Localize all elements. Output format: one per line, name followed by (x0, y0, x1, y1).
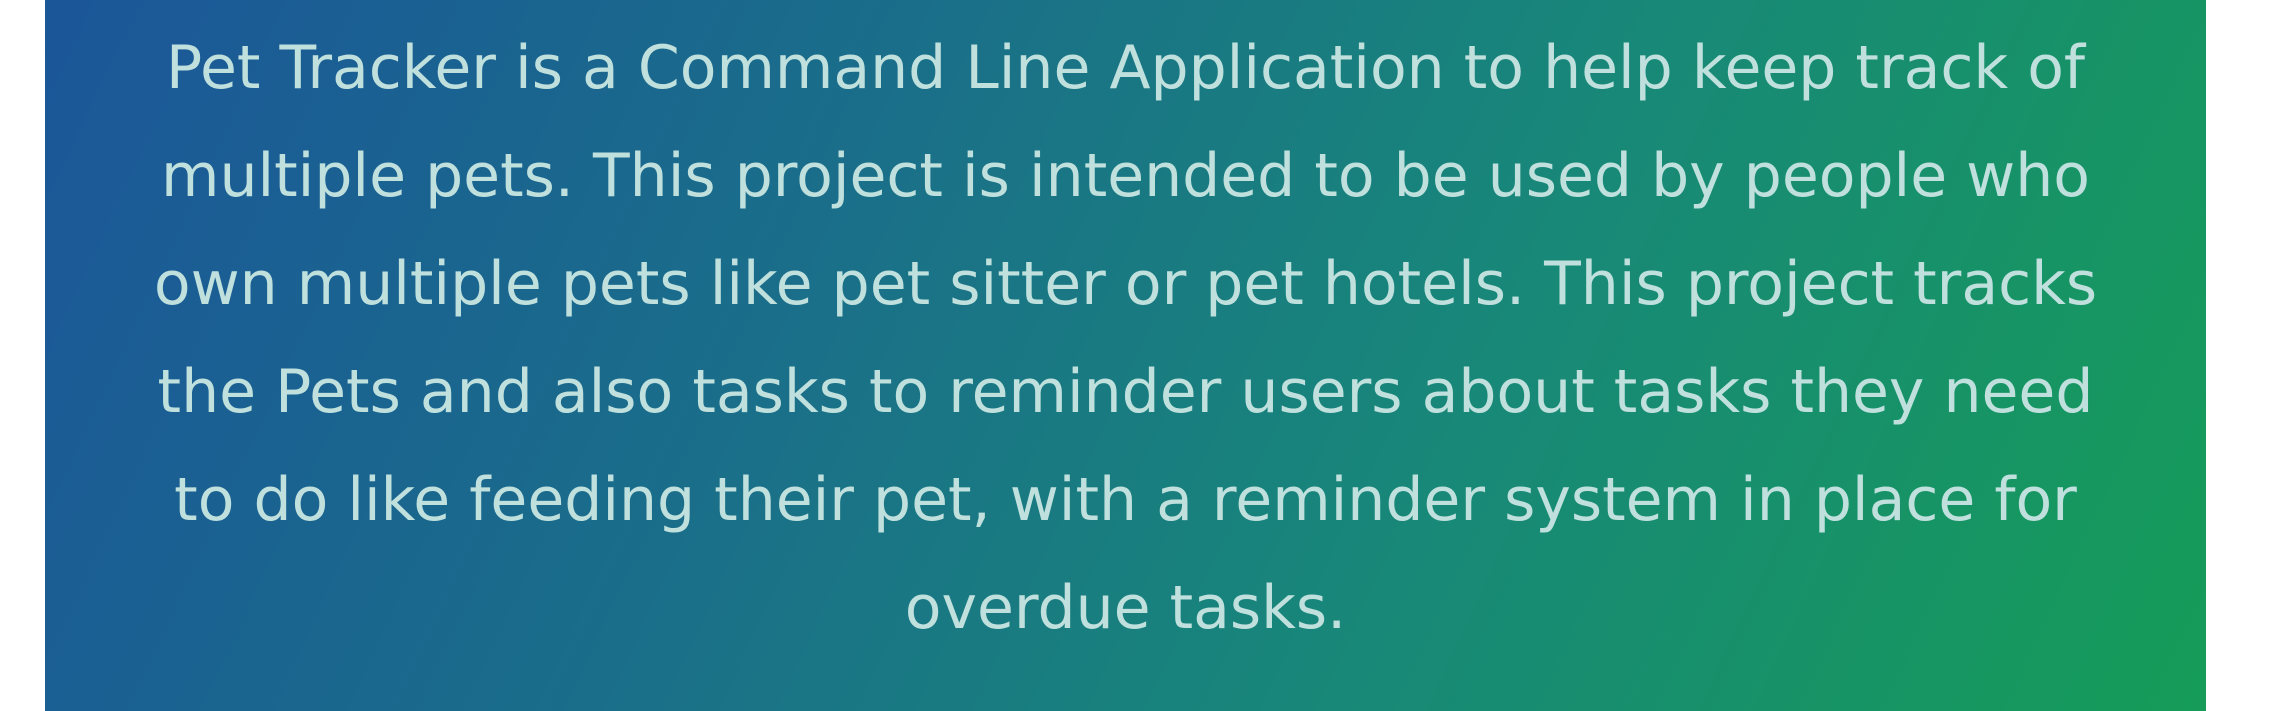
description-line: the Pets and also tasks to reminder user… (157, 357, 2094, 427)
description-line: overdue tasks. (904, 573, 1347, 643)
project-description-banner: Pet Tracker is a Command Line Applicatio… (45, 0, 2206, 711)
description-line: multiple pets. This project is intended … (161, 141, 2090, 211)
project-description: Pet Tracker is a Command Line Applicatio… (45, 14, 2206, 662)
description-line: to do like feeding their pet, with a rem… (174, 465, 2077, 535)
description-line: Pet Tracker is a Command Line Applicatio… (165, 33, 2086, 103)
description-line: own multiple pets like pet sitter or pet… (153, 249, 2098, 319)
